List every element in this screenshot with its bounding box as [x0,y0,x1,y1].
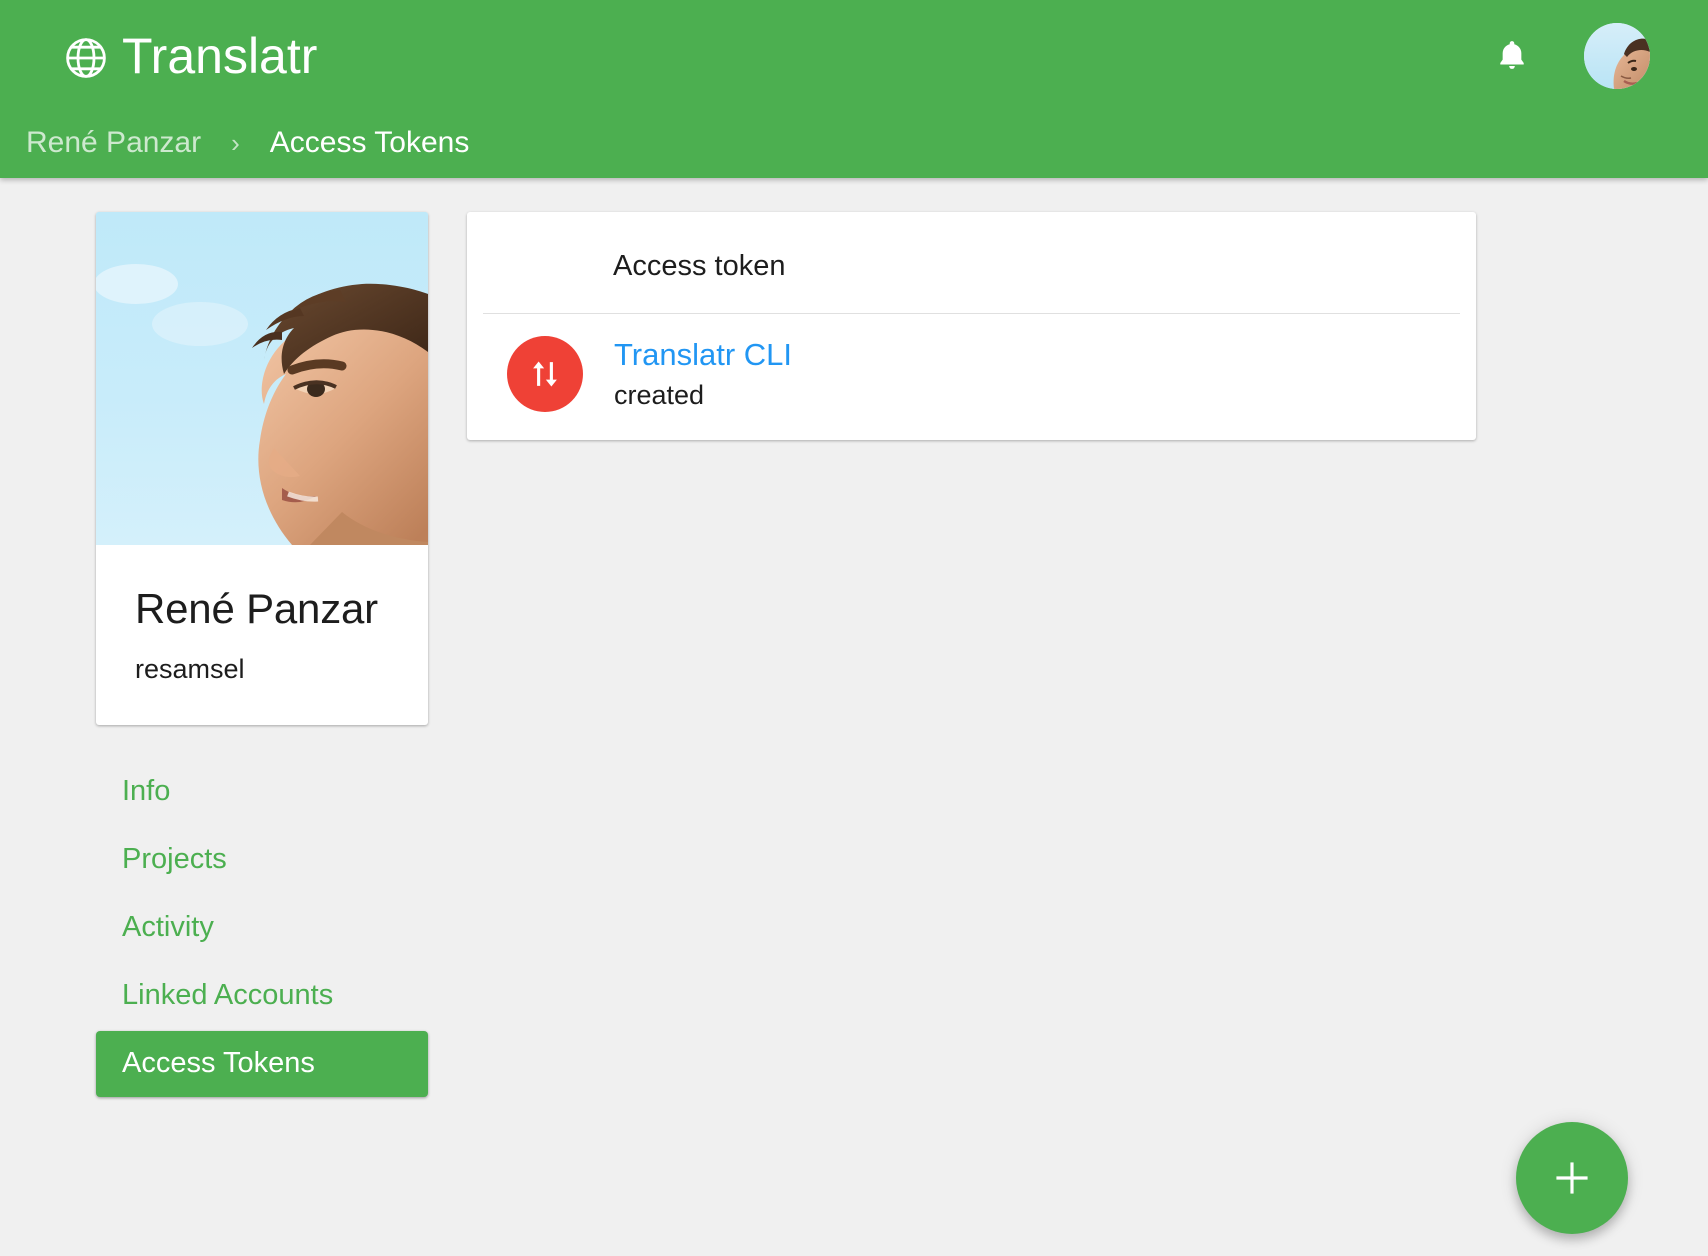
app-bar-actions [1488,23,1668,89]
sidebar-item-projects[interactable]: Projects [96,827,428,893]
profile-username: resamsel [135,653,245,684]
sidebar-item-linked-accounts[interactable]: Linked Accounts [96,963,428,1029]
sidebar-item-activity[interactable]: Activity [96,895,428,961]
add-access-token-fab[interactable] [1516,1122,1628,1234]
sidebar-item-access-tokens[interactable]: Access Tokens [96,1030,428,1097]
app-bar-top-row: Translatr [0,0,1708,112]
profile-info: René Panzar resamsel [96,545,428,725]
profile-name: René Panzar [135,585,378,632]
main-content: Access token Translatr CLI created [467,212,1476,440]
bell-icon [1493,37,1531,75]
sidebar-nav: Info Projects Activity Linked Accounts A… [96,759,428,1097]
notifications-button[interactable] [1488,32,1536,80]
access-token-details: Translatr CLI created [614,338,792,410]
import-export-icon [507,336,583,412]
profile-card: René Panzar resamsel [96,212,428,725]
sidebar-item-linked-accounts-wrapper: Linked Accounts [96,963,428,1029]
access-token-card-title: Access token [613,250,786,282]
user-avatar-button[interactable] [1584,23,1650,89]
brand-title: Translatr [122,28,318,84]
access-token-status: created [614,379,705,410]
sidebar-item-info-wrapper: Info [96,759,428,825]
brand-home-link[interactable]: Translatr [62,30,317,82]
profile-photo [96,212,428,545]
breadcrumb: René Panzar › Access Tokens [0,112,1708,178]
access-token-card: Access token Translatr CLI created [467,212,1476,440]
sidebar: René Panzar resamsel Info Projects Activ… [96,212,436,1099]
chevron-right-icon: › [231,127,240,158]
plus-icon [1552,1158,1592,1198]
breadcrumb-item-user[interactable]: René Panzar [26,126,201,164]
sidebar-item-activity-wrapper: Activity [96,895,428,961]
access-token-name-link[interactable]: Translatr CLI [614,338,792,372]
access-token-list-item[interactable]: Translatr CLI created [467,314,1476,440]
breadcrumb-item-current: Access Tokens [269,126,470,159]
sidebar-item-projects-wrapper: Projects [96,827,428,893]
avatar [1584,23,1650,89]
sidebar-item-access-tokens-wrapper: Access Tokens [96,1030,428,1097]
globe-icon [62,30,110,82]
page-content: René Panzar resamsel Info Projects Activ… [0,178,1708,1256]
sidebar-item-info[interactable]: Info [96,759,428,825]
app-bar: Translatr René Panzar › Access Tokens [0,0,1708,178]
